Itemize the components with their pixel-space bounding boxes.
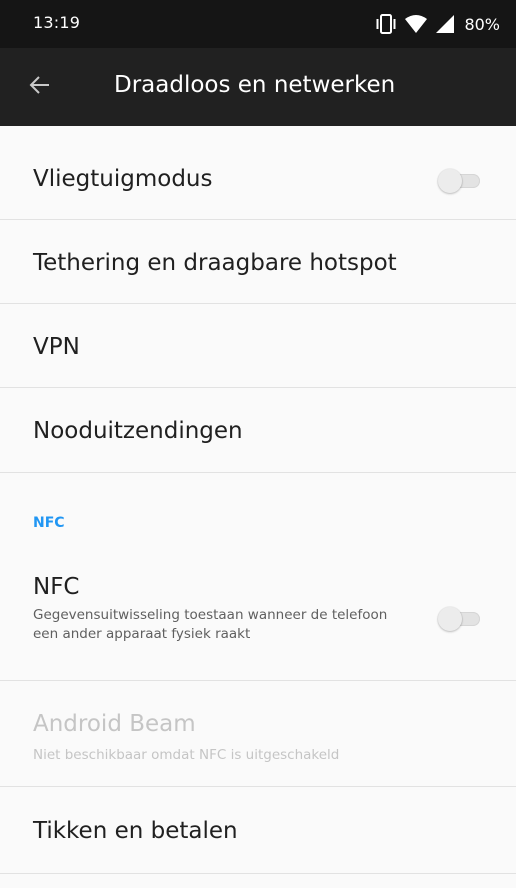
switch-thumb	[438, 607, 462, 631]
nfc-section-header: NFC	[0, 473, 516, 558]
status-bar: 13:19 80%	[0, 0, 516, 48]
status-icons: 80%	[374, 10, 500, 38]
switch-thumb	[438, 169, 462, 193]
vpn-title: VPN	[33, 334, 80, 360]
arrow-back-icon	[29, 74, 51, 100]
android-beam-row: Android Beam Niet beschikbaar omdat NFC …	[0, 681, 516, 787]
nfc-summary: Gegevensuitwisseling toestaan wanneer de…	[33, 607, 388, 642]
app-toolbar: Draadloos en netwerken	[0, 48, 516, 126]
nfc-switch[interactable]	[438, 607, 482, 631]
android-beam-title: Android Beam	[33, 711, 196, 737]
nfc-section-label: NFC	[33, 515, 65, 531]
back-button[interactable]	[20, 67, 60, 107]
android-beam-summary: Niet beschikbaar omdat NFC is uitgeschak…	[33, 747, 340, 763]
tap-and-pay-row[interactable]: Tikken en betalen	[0, 787, 516, 874]
tethering-row[interactable]: Tethering en draagbare hotspot	[0, 220, 516, 304]
page-title: Draadloos en netwerken	[114, 72, 396, 98]
settings-list: Vliegtuigmodus Tethering en draagbare ho…	[0, 126, 516, 874]
tap-and-pay-title: Tikken en betalen	[33, 818, 238, 844]
cell-signal-icon	[434, 13, 456, 35]
airplane-mode-title: Vliegtuigmodus	[33, 166, 213, 192]
vibrate-icon	[374, 13, 398, 35]
airplane-mode-row[interactable]: Vliegtuigmodus	[0, 126, 516, 220]
emergency-broadcasts-row[interactable]: Nooduitzendingen	[0, 388, 516, 473]
wifi-icon	[404, 13, 428, 35]
status-time: 13:19	[33, 13, 81, 32]
vpn-row[interactable]: VPN	[0, 304, 516, 388]
nfc-row[interactable]: NFC Gegevensuitwisseling toestaan wannee…	[0, 558, 516, 681]
nfc-title: NFC	[33, 574, 80, 600]
emergency-broadcasts-title: Nooduitzendingen	[33, 418, 243, 444]
tethering-title: Tethering en draagbare hotspot	[33, 250, 397, 276]
airplane-mode-switch[interactable]	[438, 169, 482, 193]
battery-percentage: 80%	[464, 14, 500, 34]
